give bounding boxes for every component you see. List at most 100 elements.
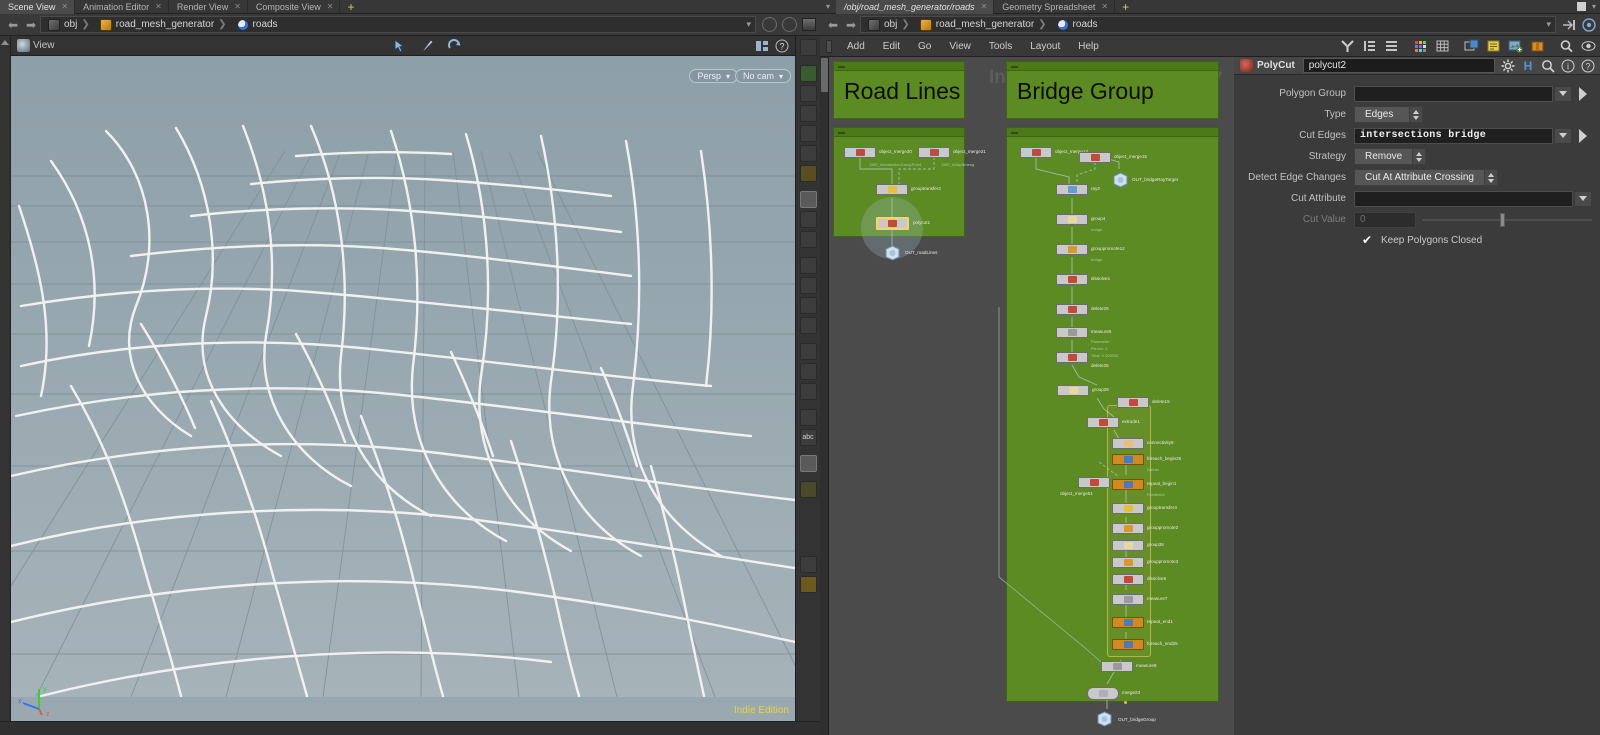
nav-back-icon[interactable]: ⬅ [824, 18, 842, 32]
node-merge23[interactable] [1087, 687, 1119, 700]
object-mode-icon[interactable] [800, 85, 817, 102]
lock-icon[interactable] [782, 17, 797, 32]
breadcrumb-item-road-mesh-generator[interactable]: road_mesh_generator ❯ [917, 19, 1054, 31]
align-icon[interactable] [1384, 39, 1399, 53]
polygon-group-pick-icon[interactable] [1576, 86, 1592, 102]
tab-composite-view[interactable]: Composite View ✕ [248, 0, 341, 14]
node-out-bridgegroup[interactable] [1095, 711, 1114, 727]
grid-snap-icon[interactable] [800, 145, 817, 162]
detect-edge-changes-menu-button[interactable]: Cut At Attribute Crossing [1354, 169, 1485, 186]
breadcrumb-item-road-mesh-generator[interactable]: road_mesh_generator ❯ [97, 19, 234, 31]
breadcrumb-item-obj[interactable]: obj ❯ [865, 19, 917, 31]
camera-mode-dropdown[interactable]: Persp ▾ [689, 69, 738, 83]
material-icon[interactable] [800, 455, 817, 472]
nav-forward-icon[interactable]: ➡ [842, 18, 860, 32]
tab-animation-editor[interactable]: Animation Editor ✕ [75, 0, 169, 14]
keep-polygons-closed-checkbox[interactable]: ✔ [1362, 234, 1374, 246]
viewport-3d[interactable]: Persp ▾ No cam ▾ y x z [11, 56, 795, 721]
pin-icon[interactable] [1562, 18, 1576, 32]
display-options-icon[interactable] [802, 18, 816, 31]
cut-value-input[interactable]: 0 [1354, 212, 1416, 228]
clock-icon[interactable] [762, 17, 777, 32]
tab-render-view[interactable]: Render View ✕ [169, 0, 248, 14]
node-grouppromote3[interactable] [1112, 557, 1144, 568]
add-tab-button[interactable]: + [1115, 1, 1136, 13]
breadcrumb[interactable]: obj ❯ road_mesh_generator ❯ roads ▾ [860, 16, 1556, 33]
add-tab-button[interactable]: + [340, 1, 361, 13]
shading-mode-icon[interactable] [800, 257, 817, 274]
cut-edges-dropdown-icon[interactable] [1554, 128, 1572, 144]
color-palette-icon[interactable] [1413, 39, 1428, 53]
menu-edit[interactable]: Edit [874, 41, 909, 52]
maximize-pane-icon[interactable] [1577, 2, 1586, 11]
node-measure6[interactable] [1056, 327, 1088, 338]
strategy-menu-button[interactable]: Remove [1354, 148, 1413, 165]
cut-attribute-input[interactable] [1354, 191, 1573, 207]
tab-close-icon[interactable]: ✕ [327, 2, 334, 11]
point-snap-icon[interactable] [800, 165, 817, 182]
node-measure7[interactable] [1112, 594, 1144, 605]
display-points-icon[interactable] [800, 211, 817, 228]
node-object-merge14[interactable] [1020, 147, 1052, 158]
display-primitives-icon[interactable] [800, 191, 817, 208]
scrollbar-thumb[interactable] [821, 58, 828, 92]
viewport-left-toolbar[interactable] [0, 36, 11, 721]
tab-close-icon[interactable]: ✕ [155, 2, 162, 11]
menu-layout[interactable]: Layout [1021, 41, 1069, 52]
polygon-group-dropdown-icon[interactable] [1554, 86, 1572, 102]
cut-edges-pick-icon[interactable] [1576, 128, 1592, 144]
network-editor-canvas[interactable]: Indie Edition Geometry Road Lines Bridge… [829, 57, 1234, 735]
wireframe-icon[interactable] [800, 277, 817, 294]
pane-options-icon[interactable]: ▾ [1592, 2, 1596, 11]
node-delete15[interactable] [1117, 397, 1149, 408]
strategy-menu-arrows-icon[interactable] [1413, 148, 1426, 165]
network-scrollbar[interactable] [820, 57, 829, 735]
node-measure8[interactable] [1101, 661, 1133, 672]
type-menu-arrows-icon[interactable] [1410, 106, 1423, 123]
menu-go[interactable]: Go [909, 41, 940, 52]
node-out-bridgeraytarget[interactable] [1111, 172, 1130, 188]
snap-icon[interactable] [800, 125, 817, 142]
nav-back-icon[interactable]: ⬅ [4, 18, 22, 32]
node-foreach-begin25[interactable] [1112, 454, 1144, 465]
camera-select-dropdown[interactable]: No cam ▾ [735, 69, 791, 83]
light-icon[interactable] [800, 481, 817, 498]
ruler-icon[interactable] [800, 363, 817, 380]
nav-forward-icon[interactable]: ➡ [22, 18, 40, 32]
node-foreach-end25[interactable] [1112, 639, 1144, 650]
viewport-layout-icon[interactable] [755, 39, 769, 53]
houdini-h-icon[interactable]: H [1521, 59, 1535, 73]
grid-icon[interactable] [1435, 39, 1450, 53]
breadcrumb-dropdown-icon[interactable]: ▾ [746, 19, 751, 30]
flipbook-icon[interactable] [1464, 39, 1479, 53]
tab-close-icon[interactable]: ✕ [981, 2, 988, 11]
guides-icon[interactable] [800, 409, 817, 426]
crosshair-icon[interactable] [800, 383, 817, 400]
cut-edges-input[interactable]: intersections bridge [1354, 128, 1553, 144]
node-repeat-begin1[interactable] [1112, 479, 1144, 490]
tab-network-editor[interactable]: /obj/road_mesh_generator/roads ✕ [836, 0, 994, 14]
toolbar-expand-icon[interactable] [1, 38, 9, 45]
node-object-merge15[interactable] [1079, 152, 1111, 163]
search-icon[interactable] [1559, 39, 1574, 53]
background-icon[interactable] [800, 317, 817, 334]
breadcrumb-item-roads[interactable]: roads [234, 19, 281, 31]
tools-icon[interactable] [1340, 39, 1355, 53]
node-extrude1[interactable] [1087, 417, 1119, 428]
sticky-note-icon[interactable] [1486, 39, 1501, 53]
info-icon[interactable]: i [1561, 59, 1575, 73]
list-icon[interactable] [1362, 39, 1377, 53]
tab-close-icon[interactable]: ✕ [61, 2, 68, 11]
pane-menu-icon[interactable]: ▾ [820, 2, 836, 11]
node-group26[interactable] [1057, 385, 1089, 396]
geometry-mode-icon[interactable] [800, 65, 817, 82]
polygon-group-input[interactable] [1354, 86, 1553, 102]
node-ray2[interactable] [1056, 184, 1088, 195]
eye-icon[interactable] [1581, 39, 1596, 53]
tab-scene-view[interactable]: Scene View ✕ [0, 0, 75, 14]
node-object-merge51[interactable] [1078, 477, 1110, 488]
lock-icon[interactable] [800, 105, 817, 122]
layout-grid-icon[interactable] [800, 576, 817, 593]
menu-tools[interactable]: Tools [980, 41, 1021, 52]
breadcrumb-dropdown-icon[interactable]: ▾ [1546, 19, 1551, 30]
